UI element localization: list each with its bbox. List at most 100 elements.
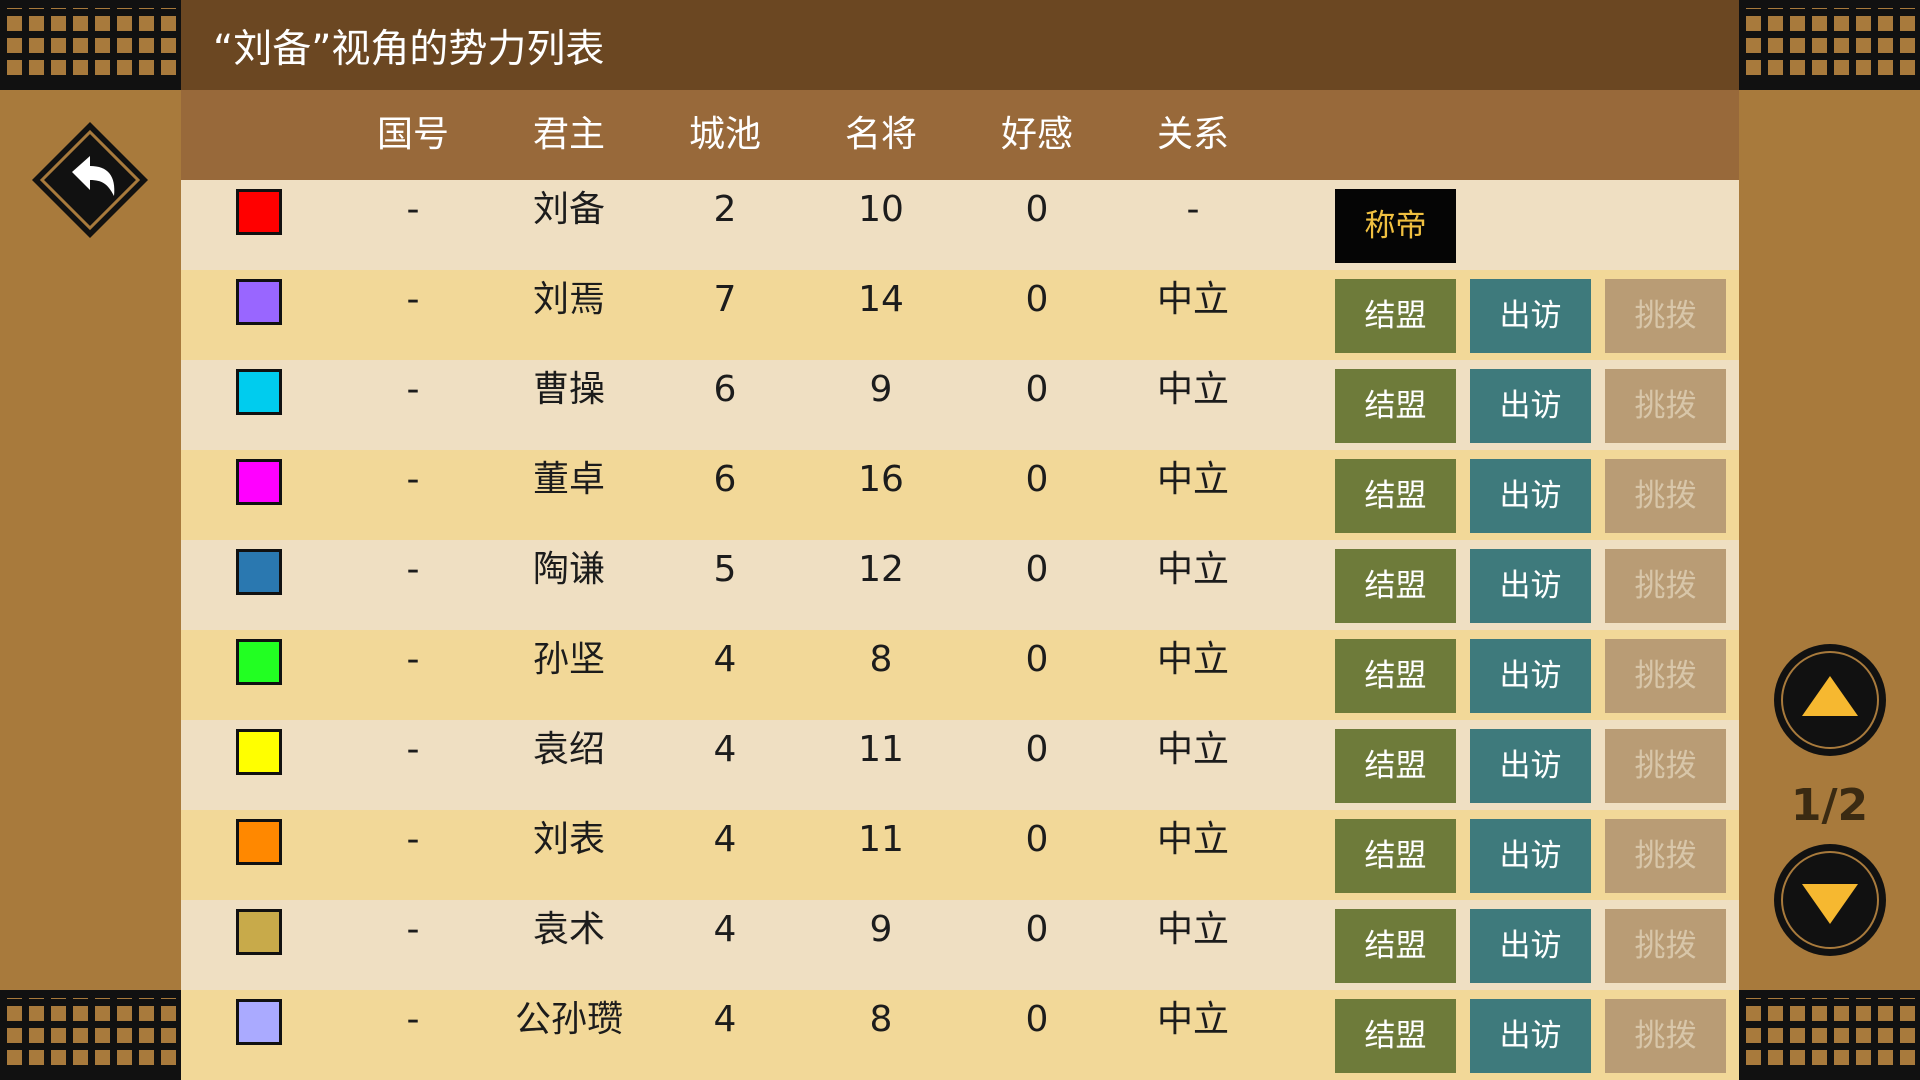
sow-discord-button[interactable]: 挑拨 (1605, 909, 1726, 983)
sow-discord-button[interactable]: 挑拨 (1605, 819, 1726, 893)
favor-cell: 0 (1025, 729, 1049, 770)
visit-button[interactable]: 出访 (1470, 639, 1591, 713)
visit-button[interactable]: 出访 (1470, 279, 1591, 353)
cities-cell: 6 (713, 459, 737, 500)
generals-cell: 8 (869, 639, 893, 680)
ally-button[interactable]: 结盟 (1335, 369, 1456, 443)
greek-key-border-bottom-right (1739, 990, 1920, 1080)
relation-cell: - (1186, 189, 1200, 230)
country-cell: - (406, 369, 420, 410)
proclaim-emperor-button[interactable]: 称帝 (1335, 189, 1456, 263)
table-row: - 袁绍 4 11 0 中立 结盟 出访 挑拨 (181, 720, 1739, 810)
relation-cell: 中立 (1156, 279, 1229, 320)
ally-button[interactable]: 结盟 (1335, 729, 1456, 803)
page-up-button[interactable] (1770, 640, 1890, 760)
faction-color-swatch (236, 279, 282, 325)
table-row: - 曹操 6 9 0 中立 结盟 出访 挑拨 (181, 360, 1739, 450)
lord-cell: 袁绍 (532, 729, 605, 770)
faction-color-swatch (236, 999, 282, 1045)
lord-cell: 董卓 (532, 459, 605, 500)
table-row: - 公孙瓒 4 8 0 中立 结盟 出访 挑拨 (181, 990, 1739, 1080)
sow-discord-button[interactable]: 挑拨 (1605, 279, 1726, 353)
title-bar: “刘备”视角的势力列表 (181, 0, 1739, 90)
relation-cell: 中立 (1156, 819, 1229, 860)
table-row: - 陶谦 5 12 0 中立 结盟 出访 挑拨 (181, 540, 1739, 630)
lord-cell: 陶谦 (532, 549, 605, 590)
ally-button[interactable]: 结盟 (1335, 459, 1456, 533)
relation-cell: 中立 (1156, 459, 1229, 500)
lord-cell: 刘表 (532, 819, 605, 860)
lord-cell: 刘备 (532, 189, 605, 230)
relation-cell: 中立 (1156, 369, 1229, 410)
faction-color-swatch (236, 549, 282, 595)
faction-color-swatch (236, 639, 282, 685)
sow-discord-button[interactable]: 挑拨 (1605, 549, 1726, 623)
generals-cell: 10 (858, 189, 904, 230)
favor-cell: 0 (1025, 459, 1049, 500)
table-row: - 刘备 2 10 0 - 称帝 (181, 180, 1739, 270)
ally-button[interactable]: 结盟 (1335, 549, 1456, 623)
table-row: - 董卓 6 16 0 中立 结盟 出访 挑拨 (181, 450, 1739, 540)
faction-color-swatch (236, 909, 282, 955)
ally-button[interactable]: 结盟 (1335, 819, 1456, 893)
triangle-up-icon (1774, 644, 1886, 756)
column-header-favor: 好感 (1000, 114, 1073, 155)
faction-color-swatch (236, 819, 282, 865)
generals-cell: 11 (858, 819, 904, 860)
visit-button[interactable]: 出访 (1470, 549, 1591, 623)
visit-button[interactable]: 出访 (1470, 819, 1591, 893)
faction-color-swatch (236, 459, 282, 505)
visit-button[interactable]: 出访 (1470, 459, 1591, 533)
cities-cell: 2 (713, 189, 737, 230)
lord-cell: 曹操 (532, 369, 605, 410)
country-cell: - (406, 639, 420, 680)
faction-color-swatch (236, 729, 282, 775)
page-down-button[interactable] (1770, 840, 1890, 960)
ally-button[interactable]: 结盟 (1335, 909, 1456, 983)
sow-discord-button[interactable]: 挑拨 (1605, 729, 1726, 803)
sow-discord-button[interactable]: 挑拨 (1605, 459, 1726, 533)
sow-discord-button[interactable]: 挑拨 (1605, 369, 1726, 443)
sow-discord-button[interactable]: 挑拨 (1605, 999, 1726, 1073)
favor-cell: 0 (1025, 279, 1049, 320)
visit-button[interactable]: 出访 (1470, 729, 1591, 803)
cities-cell: 5 (713, 549, 737, 590)
relation-cell: 中立 (1156, 729, 1229, 770)
table-row: - 刘焉 7 14 0 中立 结盟 出访 挑拨 (181, 270, 1739, 360)
page-title: “刘备”视角的势力列表 (213, 27, 605, 72)
generals-cell: 16 (858, 459, 904, 500)
cities-cell: 6 (713, 369, 737, 410)
back-button[interactable] (30, 120, 150, 240)
country-cell: - (406, 909, 420, 950)
generals-cell: 12 (858, 549, 904, 590)
country-cell: - (406, 279, 420, 320)
lord-cell: 袁术 (532, 909, 605, 950)
cities-cell: 4 (713, 819, 737, 860)
faction-color-swatch (236, 369, 282, 415)
back-arrow-icon (32, 122, 148, 238)
generals-cell: 14 (858, 279, 904, 320)
table-row: - 孙坚 4 8 0 中立 结盟 出访 挑拨 (181, 630, 1739, 720)
country-cell: - (406, 819, 420, 860)
visit-button[interactable]: 出访 (1470, 369, 1591, 443)
ally-button[interactable]: 结盟 (1335, 639, 1456, 713)
greek-key-border-top-right (1739, 0, 1920, 90)
visit-button[interactable]: 出访 (1470, 999, 1591, 1073)
page-indicator: 1/2 (1790, 780, 1869, 831)
country-cell: - (406, 729, 420, 770)
cities-cell: 4 (713, 729, 737, 770)
faction-list-panel: “刘备”视角的势力列表 国号 君主 城池 名将 好感 关系 - 刘备 2 10 0 - 称帝… (181, 0, 1739, 1080)
country-cell: - (406, 549, 420, 590)
lord-cell: 刘焉 (532, 279, 605, 320)
triangle-down-icon (1774, 844, 1886, 956)
generals-cell: 11 (858, 729, 904, 770)
ally-button[interactable]: 结盟 (1335, 999, 1456, 1073)
ally-button[interactable]: 结盟 (1335, 279, 1456, 353)
visit-button[interactable]: 出访 (1470, 909, 1591, 983)
lord-cell: 孙坚 (532, 639, 605, 680)
sow-discord-button[interactable]: 挑拨 (1605, 639, 1726, 713)
favor-cell: 0 (1025, 639, 1049, 680)
favor-cell: 0 (1025, 819, 1049, 860)
favor-cell: 0 (1025, 999, 1049, 1040)
relation-cell: 中立 (1156, 999, 1229, 1040)
